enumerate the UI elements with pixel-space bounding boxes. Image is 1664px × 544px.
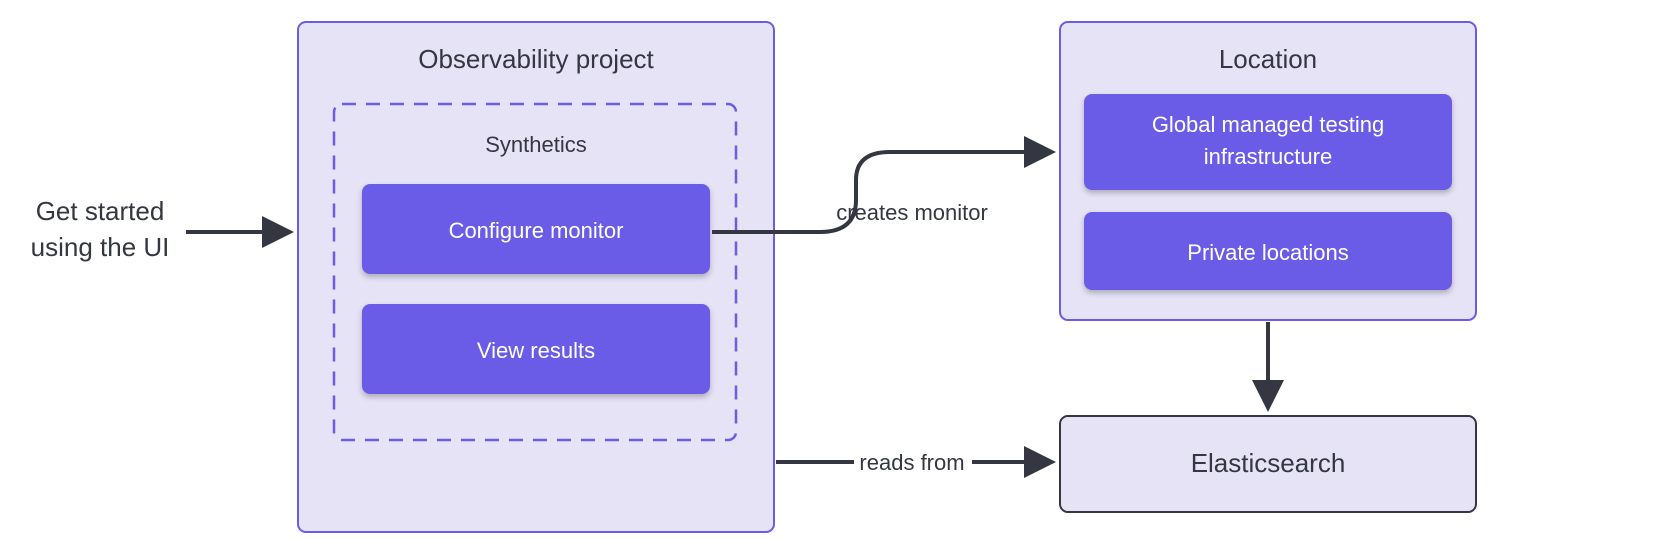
global-infra-line1: Global managed testing (1152, 112, 1384, 137)
observability-title: Observability project (418, 44, 654, 74)
arrow-reads-from: reads from (776, 450, 1048, 475)
diagram-root: Observability project Synthetics Configu… (0, 0, 1664, 544)
synthetics-title: Synthetics (485, 132, 587, 157)
view-results-label: View results (477, 338, 595, 363)
svg-text:using the UI: using the UI (31, 232, 170, 262)
location-title: Location (1219, 44, 1317, 74)
global-infra-line2: infrastructure (1204, 144, 1332, 169)
location-panel: Location Global managed testing infrastr… (1060, 22, 1476, 320)
edge-reads-label: reads from (859, 450, 964, 475)
svg-text:Get started: Get started (36, 196, 165, 226)
configure-monitor-label: Configure monitor (449, 218, 624, 243)
private-locations-label: Private locations (1187, 240, 1348, 265)
edge-creates-label: creates monitor (836, 200, 988, 225)
elasticsearch-label: Elasticsearch (1191, 448, 1346, 478)
global-infra-box (1084, 94, 1452, 190)
observability-panel: Observability project Synthetics Configu… (298, 22, 774, 532)
get-started-label: Get started using the UI (31, 196, 170, 262)
elasticsearch-box: Elasticsearch (1060, 416, 1476, 512)
